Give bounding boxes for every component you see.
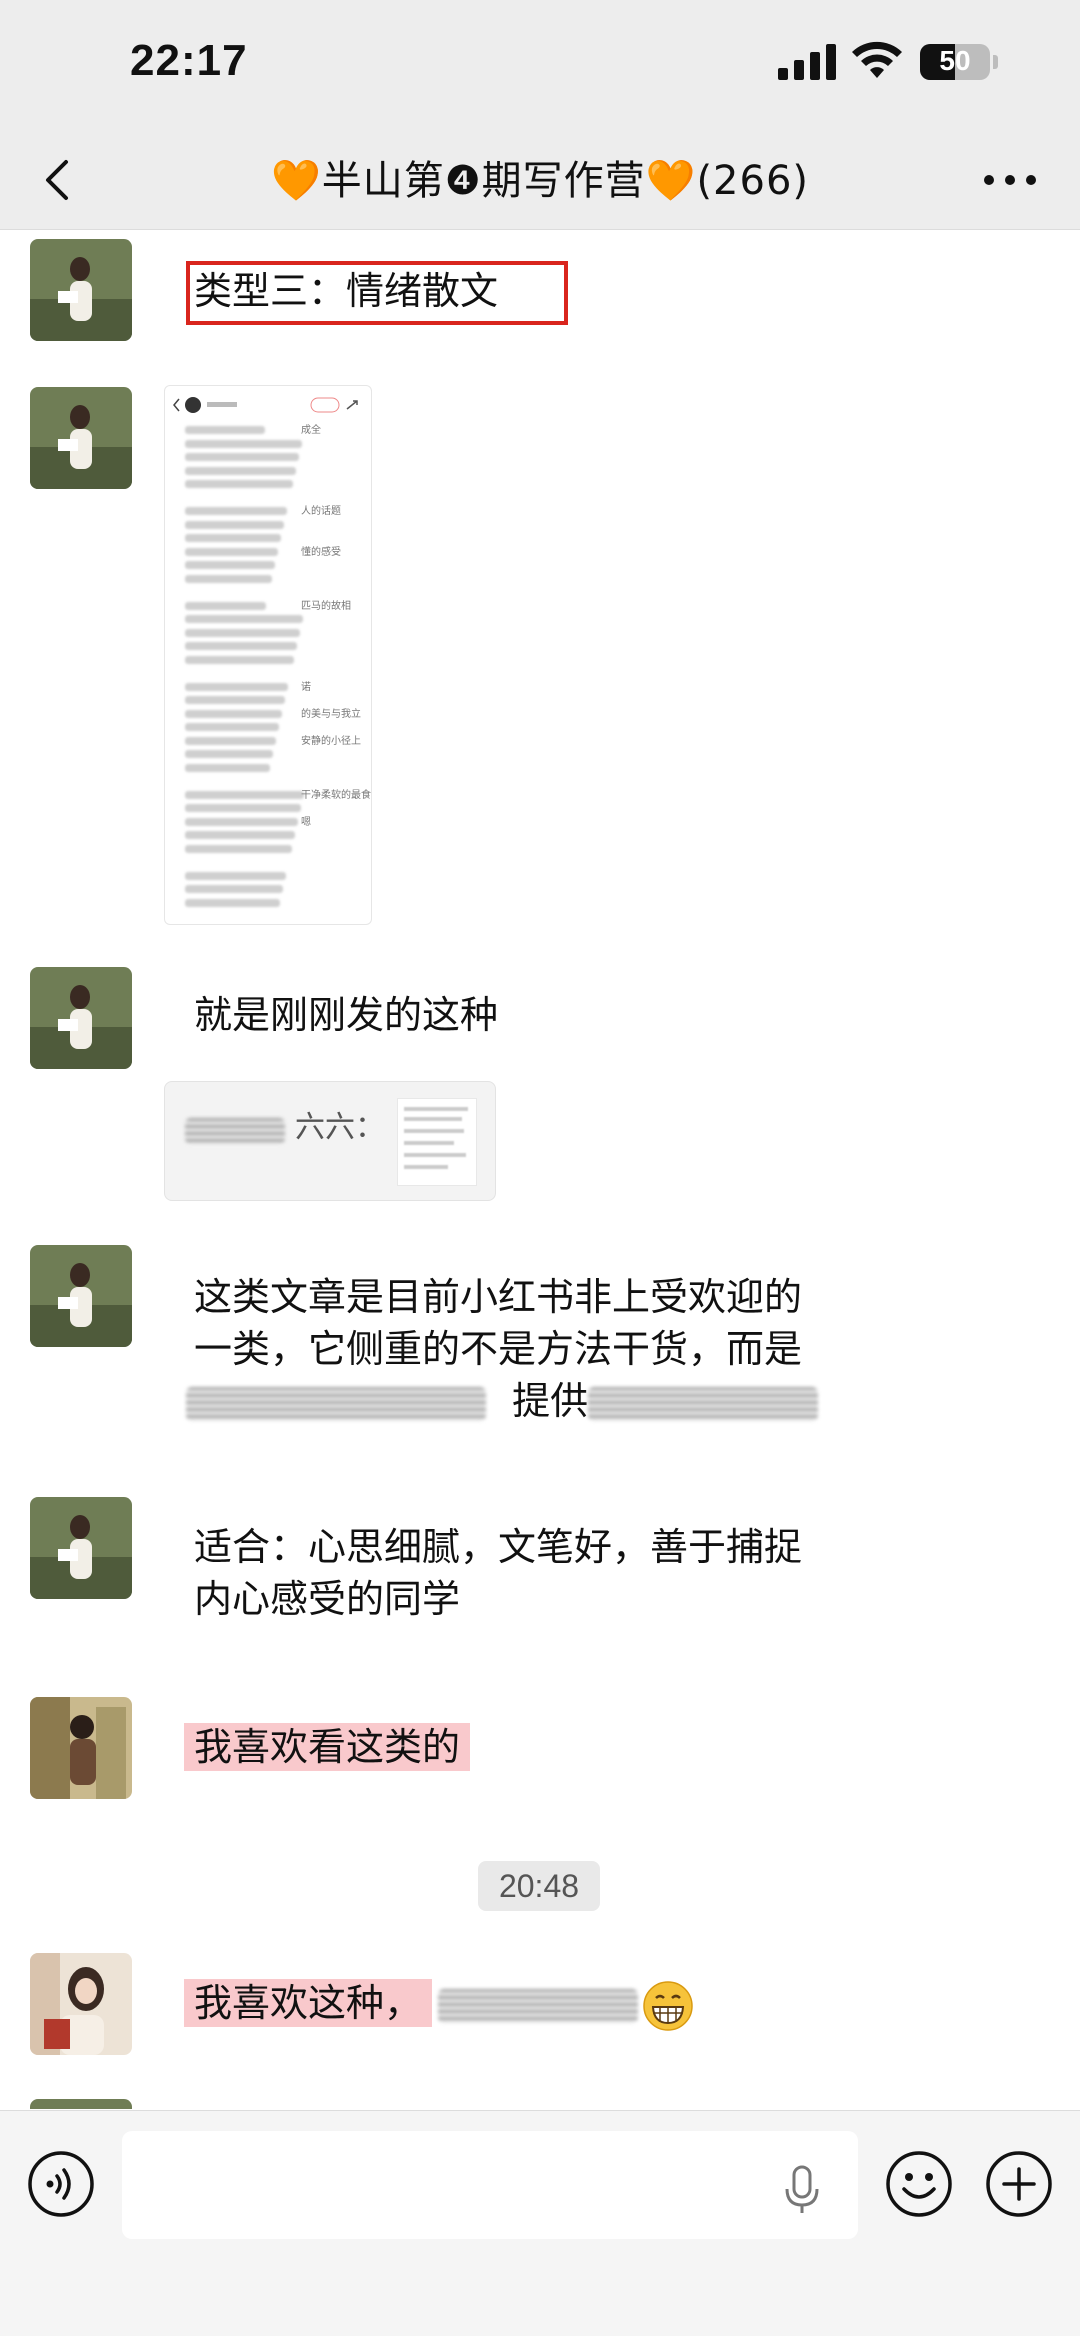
input-bar: [0, 2110, 1080, 2336]
quote-thumbnail: [397, 1098, 477, 1186]
message-list[interactable]: 类型三：情绪散文 成全人的话题懂的感受匹马的故相诺的美与与我立 安静的小径上 干净柔…: [0, 231, 1080, 2109]
blurred-line: [185, 696, 285, 704]
card-tag: 成全: [301, 425, 321, 436]
blurred-line: [185, 736, 276, 745]
status-bar: 22:17 50: [0, 0, 1080, 130]
wifi-icon: [852, 41, 902, 78]
grinning-emoji-icon: [643, 1980, 693, 2031]
message-line: 提供: [186, 1375, 819, 1427]
quote-sender: 六六：: [295, 1110, 385, 1145]
blurred-line: [185, 439, 302, 448]
card-tag: 匹马的故相: [301, 600, 351, 612]
blurred-line: [185, 574, 272, 583]
message-text[interactable]: 这类文章是目前小红书非上受欢迎的 一类，它侧重的不是方法干货，而是 提供: [186, 1271, 819, 1427]
timestamp: 20:48: [478, 1861, 600, 1911]
avatar[interactable]: [30, 1497, 132, 1599]
blurred-line: [185, 642, 297, 650]
blurred-text: [186, 1386, 486, 1421]
voice-icon[interactable]: [26, 2149, 96, 2219]
message-text[interactable]: 适合：心思细腻，文笔好，善于捕捉 内心感受的同学: [194, 1521, 802, 1625]
microphone-icon[interactable]: [780, 2163, 824, 2217]
message-text[interactable]: 就是刚刚发的这种: [194, 989, 498, 1041]
blurred-line: [185, 480, 293, 488]
emoji-icon[interactable]: [884, 2149, 954, 2219]
blurred-text: [588, 1386, 819, 1421]
blurred-line: [185, 466, 296, 475]
highlighted-text: 我喜欢这种，: [184, 1979, 433, 2027]
avatar[interactable]: [30, 2099, 132, 2109]
blurred-line: [185, 601, 266, 610]
blurred-line: [185, 763, 270, 772]
blurred-line: [185, 844, 292, 853]
blurred-line: [185, 817, 298, 826]
avatar[interactable]: [30, 1697, 132, 1799]
card-tag: 嗯: [301, 816, 311, 828]
more-dots-icon[interactable]: [975, 150, 1045, 210]
highlighted-text: 我喜欢看这类的: [184, 1723, 471, 1771]
blurred-line: [185, 804, 301, 812]
blurred-line: [185, 426, 265, 434]
message-text[interactable]: 类型三：情绪散文: [194, 265, 498, 317]
card-header-icon: [173, 397, 358, 413]
message-text[interactable]: 我喜欢看这类的: [184, 1721, 471, 1773]
chat-header: 🧡半山第❹期写作营🧡(266): [0, 130, 1080, 230]
battery-cap: [993, 55, 998, 69]
message-word: 提供: [512, 1379, 589, 1423]
blurred-name: [185, 1118, 285, 1144]
image-message[interactable]: 成全人的话题懂的感受匹马的故相诺的美与与我立 安静的小径上 干净柔软的最食嗯: [164, 385, 372, 925]
blurred-line: [185, 453, 299, 461]
cellular-signal-icon: [778, 44, 836, 80]
blurred-line: [185, 682, 288, 691]
avatar[interactable]: [30, 1245, 132, 1347]
blurred-line: [185, 790, 304, 799]
quoted-message[interactable]: 六六：: [164, 1081, 496, 1201]
blurred-line: [185, 628, 300, 637]
avatar[interactable]: [30, 239, 132, 341]
blurred-line: [185, 750, 273, 758]
blurred-line: [185, 709, 282, 718]
message-line: 内心感受的同学: [194, 1577, 461, 1621]
message-line: 一类，它侧重的不是方法干货，而是: [194, 1327, 803, 1371]
card-tag: 干净柔软的最食: [301, 789, 371, 801]
card-tag: 人的话题: [301, 506, 341, 517]
card-tag: 懂的感受: [301, 546, 341, 558]
blurred-line: [185, 655, 294, 664]
card-tag: 诺: [301, 681, 311, 693]
blurred-line: [185, 831, 295, 839]
avatar[interactable]: [30, 1953, 132, 2055]
message-input[interactable]: [122, 2131, 858, 2239]
blurred-line: [185, 547, 278, 556]
status-time: 22:17: [130, 36, 248, 85]
blurred-text: [438, 1988, 639, 2023]
blurred-line: [185, 871, 286, 880]
battery-level: 50: [939, 45, 971, 76]
blurred-line: [185, 723, 279, 731]
battery-icon: 50: [920, 44, 990, 80]
blurred-line: [185, 898, 280, 907]
blurred-line: [185, 520, 284, 529]
message-text[interactable]: 我喜欢这种，: [184, 1977, 694, 2032]
blurred-line: [185, 534, 281, 542]
card-tag: 的美与与我立: [301, 708, 361, 720]
blurred-line: [185, 507, 287, 515]
chevron-left-icon[interactable]: [30, 150, 90, 210]
chat-title: 🧡半山第❹期写作营🧡(266): [270, 158, 810, 204]
message-line: 这类文章是目前小红书非上受欢迎的: [194, 1275, 803, 1319]
blurred-line: [185, 885, 283, 893]
avatar[interactable]: [30, 387, 132, 489]
blurred-line: [185, 615, 303, 623]
avatar[interactable]: [30, 967, 132, 1069]
plus-circle-icon[interactable]: [984, 2149, 1054, 2219]
blurred-line: [185, 561, 275, 569]
card-tag: 安静的小径上: [301, 735, 361, 747]
message-line: 适合：心思细腻，文笔好，善于捕捉: [194, 1525, 803, 1569]
